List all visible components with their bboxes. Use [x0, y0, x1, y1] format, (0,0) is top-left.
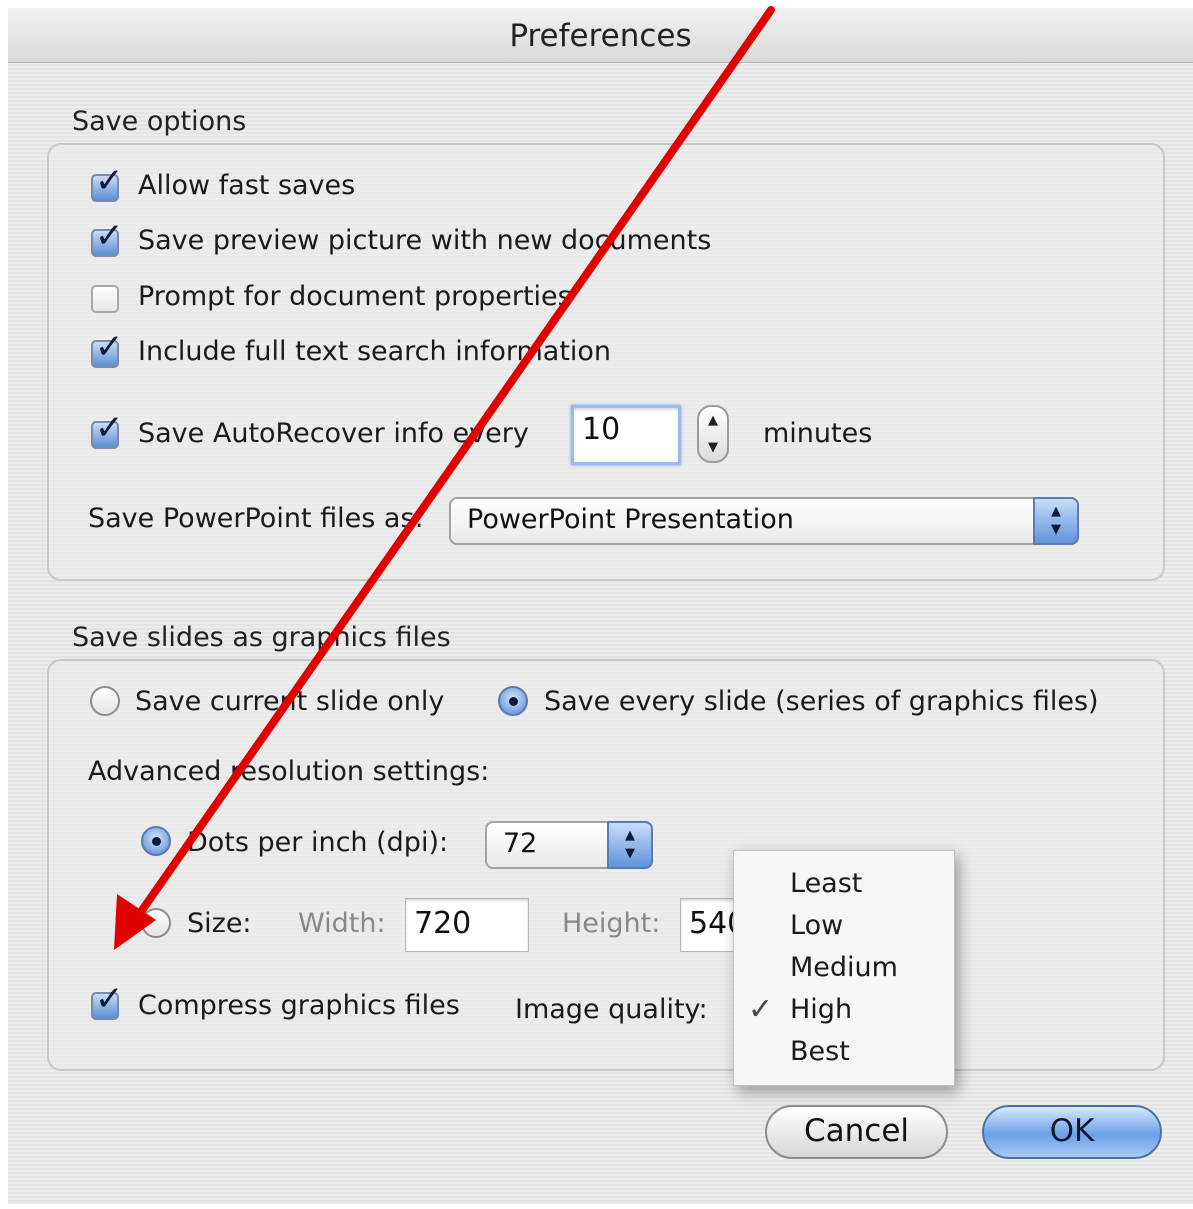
quality-option-high[interactable]: High	[790, 994, 852, 1025]
prompt-properties-checkbox[interactable]	[91, 285, 119, 313]
width-input[interactable]: 720	[405, 898, 529, 952]
save-current-slide-label[interactable]: Save current slide only	[135, 686, 444, 717]
autorecover-minutes-input[interactable]: 10	[571, 405, 681, 465]
dpi-value: 72	[503, 828, 538, 859]
quality-option-low[interactable]: Low	[790, 910, 843, 941]
dpi-radio[interactable]	[141, 826, 171, 856]
save-preview-checkbox[interactable]: ✓	[91, 219, 124, 257]
file-format-value: PowerPoint Presentation	[467, 504, 794, 535]
graphics-heading: Save slides as graphics files	[72, 622, 451, 653]
quality-option-least[interactable]: Least	[790, 868, 862, 899]
save-every-slide-label[interactable]: Save every slide (series of graphics fil…	[544, 686, 1099, 717]
popup-arrows-icon: ▲ ▼	[607, 821, 653, 869]
size-radio[interactable]	[141, 908, 171, 938]
prompt-properties-label[interactable]: Prompt for document properties	[138, 281, 572, 312]
checkmark-icon: ✓	[95, 161, 124, 201]
checkmark-icon: ✓	[748, 992, 774, 1027]
checkmark-icon: ✓	[95, 979, 124, 1019]
image-quality-menu: Least Low Medium ✓ High Best	[733, 850, 955, 1086]
save-preview-label[interactable]: Save preview picture with new documents	[138, 225, 711, 256]
autorecover-minutes-stepper[interactable]: ▲ ▼	[697, 405, 729, 463]
title-bar[interactable]: Preferences	[8, 8, 1193, 63]
full-text-search-label[interactable]: Include full text search information	[138, 336, 611, 367]
cancel-button[interactable]: Cancel	[765, 1105, 948, 1159]
checkmark-icon: ✓	[95, 408, 124, 448]
window-title: Preferences	[509, 18, 692, 54]
save-every-slide-radio[interactable]	[498, 686, 528, 716]
stepper-down-icon[interactable]: ▼	[699, 440, 727, 455]
compress-graphics-checkbox[interactable]: ✓	[91, 982, 124, 1020]
dpi-popup[interactable]: 72 ▲ ▼	[485, 821, 653, 869]
dpi-label[interactable]: Dots per inch (dpi):	[187, 827, 448, 858]
save-current-slide-radio[interactable]	[90, 686, 120, 716]
advanced-resolution-label: Advanced resolution settings:	[88, 756, 490, 787]
stepper-up-icon[interactable]: ▲	[699, 413, 727, 428]
compress-graphics-label[interactable]: Compress graphics files	[138, 990, 460, 1021]
autorecover-checkbox[interactable]: ✓	[91, 411, 124, 449]
allow-fast-saves-checkbox[interactable]: ✓	[91, 164, 124, 202]
height-label: Height:	[562, 908, 661, 939]
save-options-heading: Save options	[72, 106, 247, 137]
size-label[interactable]: Size:	[187, 908, 252, 939]
file-format-label: Save PowerPoint files as:	[88, 503, 424, 534]
ok-button[interactable]: OK	[982, 1105, 1162, 1159]
autorecover-label[interactable]: Save AutoRecover info every	[138, 418, 529, 449]
popup-arrows-icon: ▲ ▼	[1033, 497, 1079, 545]
width-label: Width:	[298, 908, 386, 939]
file-format-popup[interactable]: PowerPoint Presentation ▲ ▼	[449, 497, 1079, 545]
allow-fast-saves-label[interactable]: Allow fast saves	[138, 170, 355, 201]
quality-option-best[interactable]: Best	[790, 1036, 850, 1067]
checkmark-icon: ✓	[95, 216, 124, 256]
quality-option-medium[interactable]: Medium	[790, 952, 898, 983]
minutes-label: minutes	[763, 418, 873, 449]
full-text-search-checkbox[interactable]: ✓	[91, 330, 124, 368]
checkmark-icon: ✓	[95, 327, 124, 367]
image-quality-label: Image quality:	[515, 994, 708, 1025]
